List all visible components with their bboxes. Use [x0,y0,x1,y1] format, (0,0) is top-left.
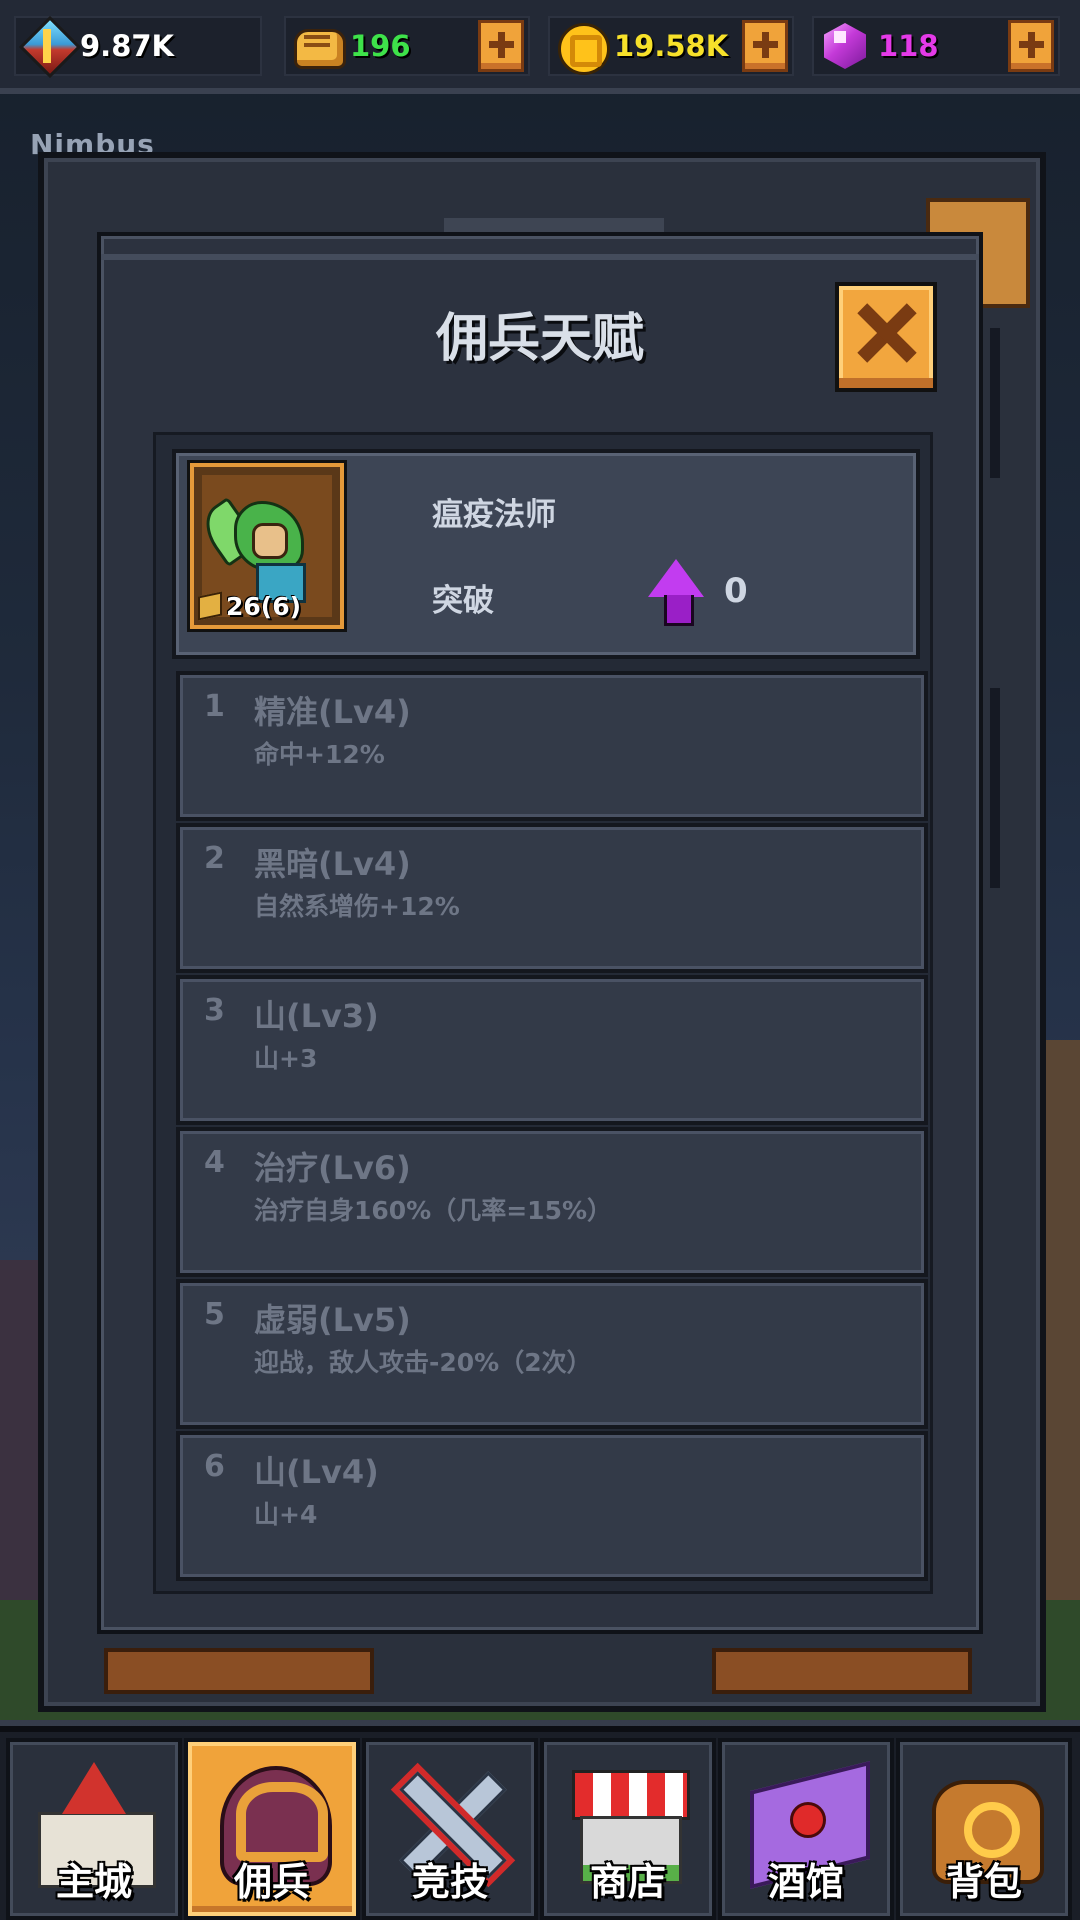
talent-description: 山+3 [254,1044,318,1073]
background-tower [1040,1040,1080,1680]
dialog-top-border [101,254,979,260]
resource-bread: 196 [284,16,530,76]
nav-label: 竞技 [411,1860,488,1904]
close-button[interactable] [835,282,937,392]
gold-coin-icon [552,17,610,75]
resource-crystal: 9.87K [14,16,262,76]
breakthrough-value: 0 [724,571,748,611]
add-gem-button[interactable] [1008,20,1054,72]
bread-amount: 196 [350,29,411,63]
back-panel-footer-button[interactable] [712,1648,972,1694]
hero-name: 瘟疫法师 [432,497,556,533]
back-panel-footer-button[interactable] [104,1648,374,1694]
nav-mercenary[interactable]: 佣兵 [184,1738,360,1920]
nav-label: 商店 [589,1860,666,1904]
talent-description: 命中+12% [254,740,385,769]
talent-name: 山(Lv4) [254,1453,379,1491]
nav-label: 佣兵 [233,1860,310,1904]
talent-description: 迎战，敌人攻击-20%（2次） [254,1348,592,1377]
talent-description: 山+4 [254,1500,318,1529]
talent-index: 4 [204,1145,225,1180]
add-gold-button[interactable] [742,20,788,72]
resource-bar: 9.87K 196 19.58K 118 [0,0,1080,94]
talent-index: 1 [204,689,225,724]
talent-row[interactable]: 2 黑暗(Lv4) 自然系增伤+12% [176,823,928,973]
hero-face [252,523,288,559]
talent-index: 2 [204,841,225,876]
bottom-nav: 主城 佣兵 竞技 商店 酒馆 背包 [0,1726,1080,1920]
nav-label: 酒馆 [767,1860,844,1904]
hero-card: 26(6) 瘟疫法师 突破 0 [172,449,920,659]
talent-row[interactable]: 3 山(Lv3) 山+3 [176,975,928,1125]
talent-index: 5 [204,1297,225,1332]
talent-name: 精准(Lv4) [254,693,411,731]
resource-gem: 118 [812,16,1060,76]
close-icon [855,302,917,364]
gem-amount: 118 [878,29,939,63]
back-panel-divider [990,328,1000,478]
talent-name: 山(Lv3) [254,997,379,1035]
talent-index: 3 [204,993,225,1028]
talent-name: 治疗(Lv6) [254,1149,411,1187]
talent-name: 虚弱(Lv5) [254,1301,411,1339]
purple-up-arrow-icon [648,559,704,626]
nav-label: 主城 [55,1860,132,1904]
talent-row[interactable]: 1 精准(Lv4) 命中+12% [176,671,928,821]
talent-row[interactable]: 5 虚弱(Lv5) 迎战，敌人攻击-20%（2次） [176,1279,928,1429]
talent-description: 自然系增伤+12% [254,892,460,921]
talent-dialog: 佣兵天赋 26(6) 瘟疫法师 突破 0 1 精准(Lv4) 命中+12% 2 … [97,232,983,1634]
talent-row[interactable]: 4 治疗(Lv6) 治疗自身160%（几率=15%） [176,1127,928,1277]
crystal-icon [18,17,76,75]
hero-level: 26(6) [198,589,301,623]
back-panel-divider [990,688,1000,888]
talent-index: 6 [204,1449,225,1484]
bread-icon [288,17,346,75]
nav-backpack[interactable]: 背包 [896,1738,1072,1920]
talent-content: 26(6) 瘟疫法师 突破 0 1 精准(Lv4) 命中+12% 2 黑暗(Lv… [153,432,933,1594]
gold-amount: 19.58K [614,29,729,63]
nav-main-city[interactable]: 主城 [6,1738,182,1920]
talent-row[interactable]: 6 山(Lv4) 山+4 [176,1431,928,1581]
nav-tavern[interactable]: 酒馆 [718,1738,894,1920]
hero-level-value: 26(6) [226,591,302,621]
talent-description: 治疗自身160%（几率=15%） [254,1196,613,1225]
breakthrough-label: 突破 [432,583,494,619]
add-bread-button[interactable] [478,20,524,72]
talent-name: 黑暗(Lv4) [254,845,411,883]
hero-portrait[interactable]: 26(6) [190,463,344,629]
purple-gem-icon [816,17,874,75]
nav-shop[interactable]: 商店 [540,1738,716,1920]
resource-gold: 19.58K [548,16,794,76]
book-icon [198,591,222,621]
nav-label: 背包 [945,1860,1022,1904]
crystal-amount: 9.87K [80,29,175,63]
nav-arena[interactable]: 竞技 [362,1738,538,1920]
